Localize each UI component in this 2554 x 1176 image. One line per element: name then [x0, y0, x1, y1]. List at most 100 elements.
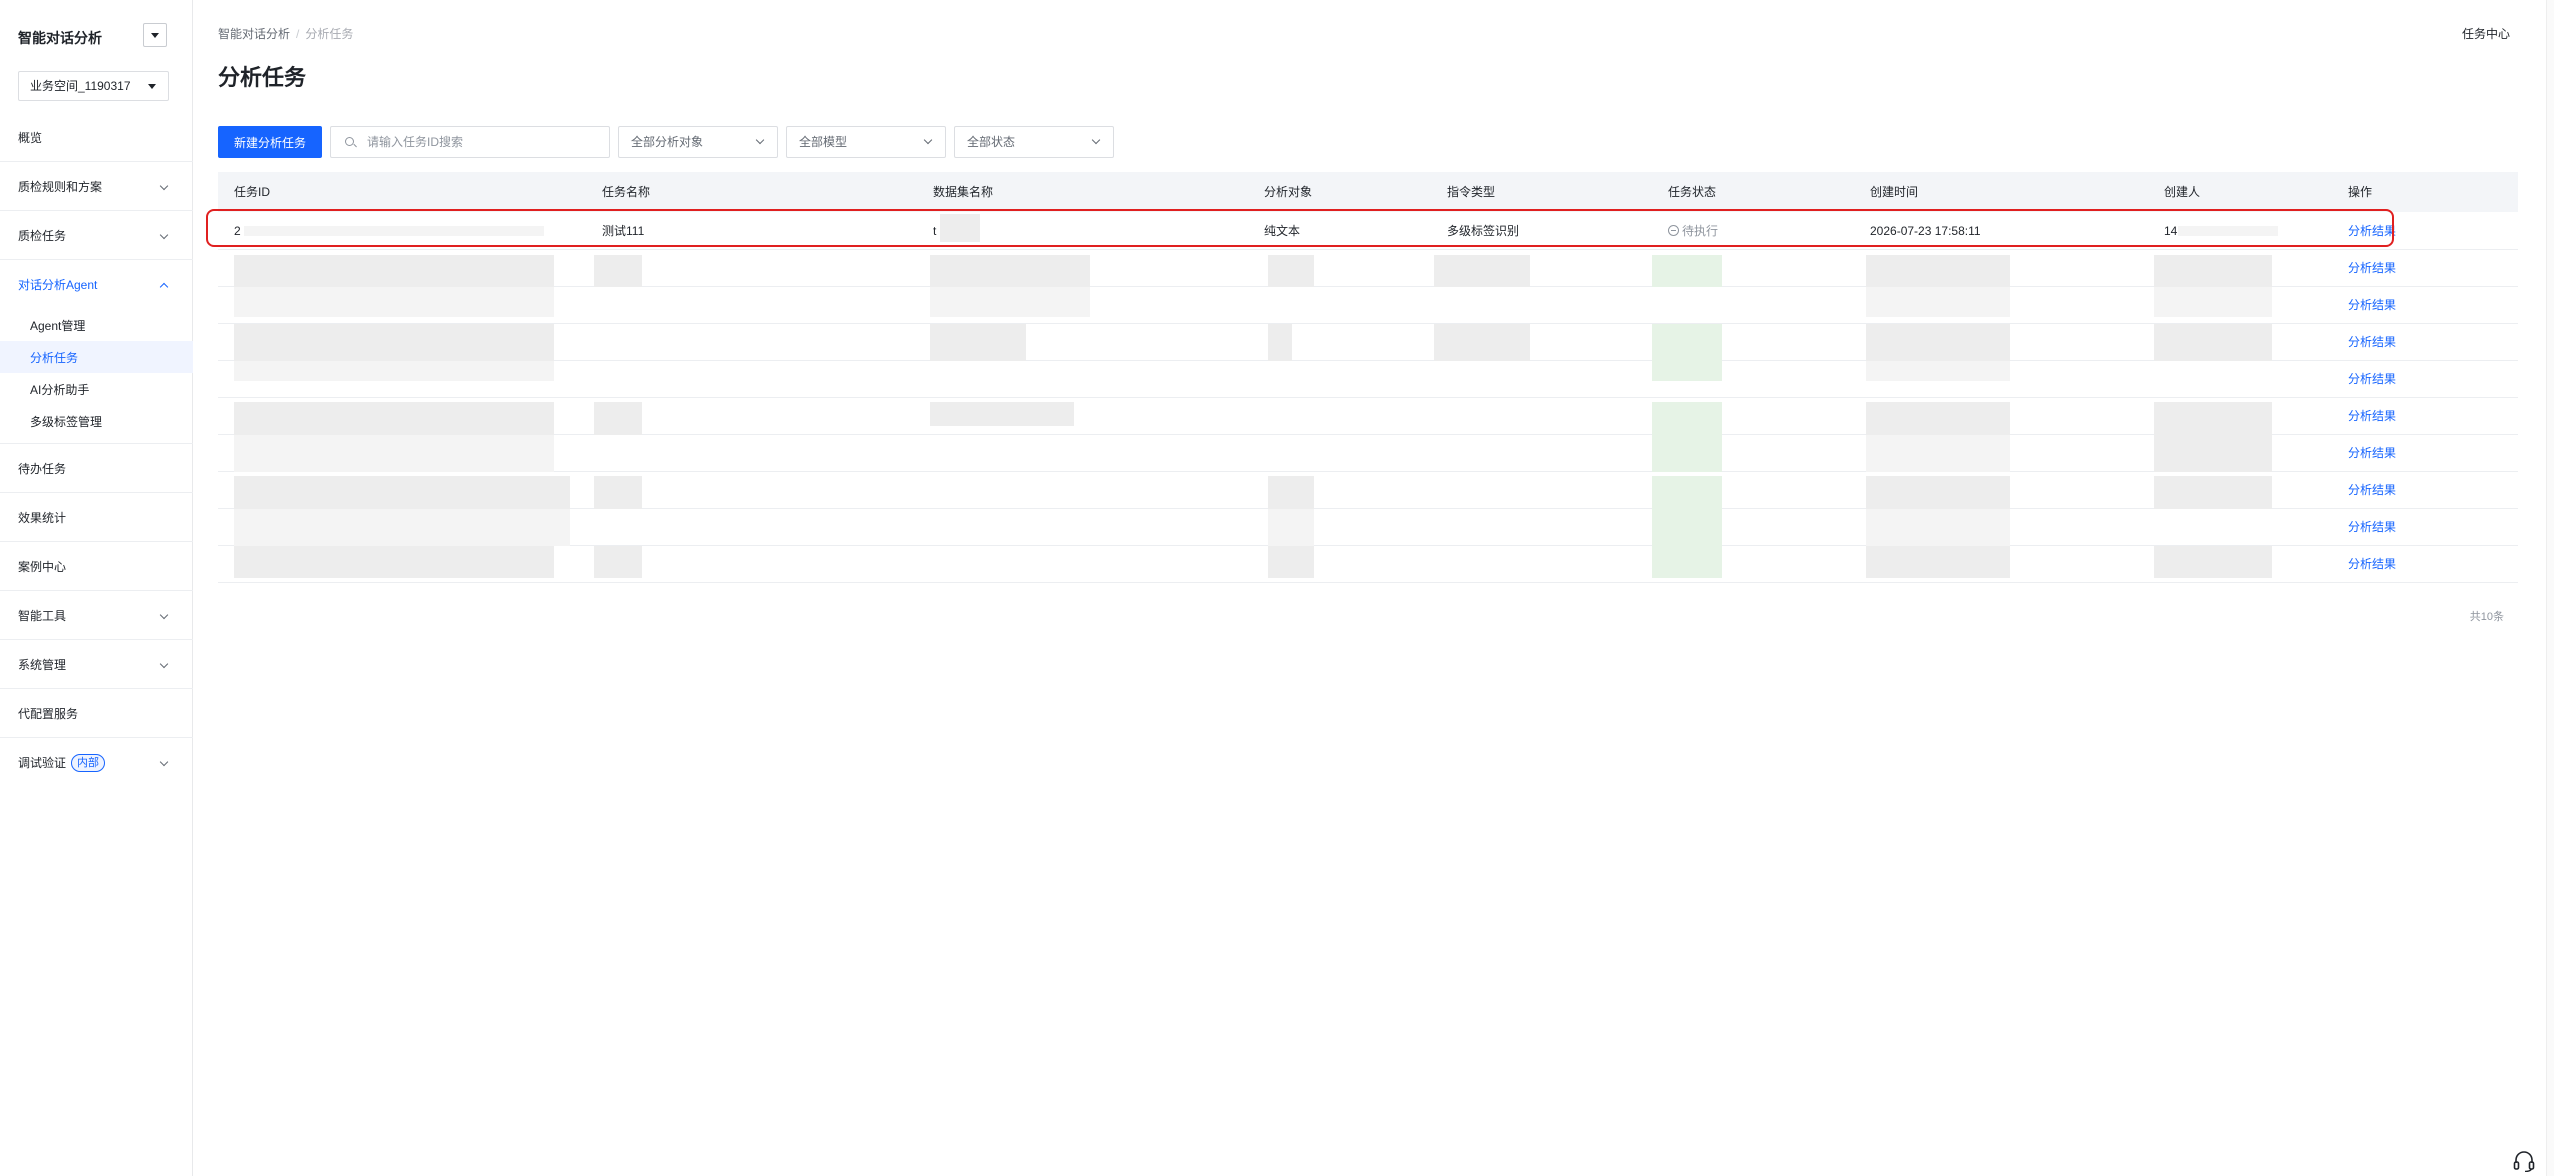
sidebar-item-label: 案例中心 [18, 559, 67, 574]
object-filter-value: 全部分析对象 [631, 135, 704, 149]
analysis-result-link[interactable]: 分析结果 [2348, 546, 2396, 583]
redacted-block [1268, 324, 1292, 361]
table-row[interactable]: 分析结果 [218, 361, 2518, 398]
model-filter-select[interactable]: 全部模型 [786, 126, 946, 158]
workspace-select[interactable]: 业务空间_1190317 [18, 71, 169, 101]
sidebar-item-qc-tasks[interactable]: 质检任务 [0, 211, 193, 260]
sidebar-item-todo[interactable]: 待办任务 [0, 444, 193, 493]
cell-task-id: 2 [234, 224, 241, 238]
sidebar-subitem-analysis-tasks[interactable]: 分析任务 [0, 341, 193, 373]
sidebar-subitem-agent-management[interactable]: Agent管理 [0, 309, 193, 341]
chevron-down-icon [1091, 135, 1101, 145]
sidebar-item-rules[interactable]: 质检规则和方案 [0, 162, 193, 211]
redacted-block [1866, 509, 2010, 546]
analysis-result-link[interactable]: 分析结果 [2348, 398, 2396, 435]
sidebar-item-tools[interactable]: 智能工具 [0, 591, 193, 640]
new-task-button[interactable]: 新建分析任务 [218, 126, 322, 158]
redacted-block [1268, 509, 1314, 546]
sidebar-header: 智能对话分析 [0, 22, 193, 52]
redacted-block [234, 402, 554, 435]
sidebar-item-label: 智能工具 [18, 608, 67, 623]
redacted-block [1866, 287, 2010, 317]
task-center-link[interactable]: 任务中心 [2462, 25, 2510, 42]
column-header: 指令类型 [1447, 185, 1496, 199]
cell-object: 纯文本 [1264, 224, 1301, 238]
redacted-block [234, 287, 554, 317]
table-row[interactable]: 分析结果 [218, 472, 2518, 509]
redacted-block [244, 226, 544, 236]
redacted-block [2154, 255, 2272, 287]
column-header: 数据集名称 [933, 185, 994, 199]
status-filter-select[interactable]: 全部状态 [954, 126, 1114, 158]
redacted-block [594, 402, 642, 435]
analysis-result-link[interactable]: 分析结果 [2348, 287, 2396, 324]
table-row[interactable]: 2 测试111 t 纯文本 多级标签识别 待执行 2026-07-23 17:5… [218, 212, 2518, 250]
analysis-result-link[interactable]: 分析结果 [2348, 250, 2396, 287]
main-content: 智能对话分析 / 分析任务 任务中心 分析任务 新建分析任务 全部分析对象 全部模型… [194, 0, 2554, 1176]
redacted-block [594, 546, 642, 578]
chevron-down-icon [159, 659, 169, 669]
analysis-result-link[interactable]: 分析结果 [2348, 509, 2396, 546]
cell-instruction: 多级标签识别 [1447, 224, 1520, 238]
redacted-block [1866, 361, 2010, 381]
analysis-result-link[interactable]: 分析结果 [2348, 324, 2396, 361]
redacted-block [594, 255, 642, 287]
cell-created-at: 2026-07-23 17:58:11 [1870, 224, 1981, 238]
redacted-block [234, 255, 554, 287]
table-row[interactable]: 分析结果 [218, 435, 2518, 472]
chevron-down-icon [755, 135, 765, 145]
search-input[interactable] [367, 127, 603, 157]
sidebar-item-label: 代配置服务 [18, 706, 79, 721]
analysis-result-link[interactable]: 分析结果 [2348, 361, 2396, 398]
redacted-block [234, 361, 554, 381]
redacted-block [2154, 324, 2272, 361]
page-scrollbar[interactable] [2546, 0, 2554, 1176]
sidebar-item-label: 效果统计 [18, 510, 67, 525]
column-header: 分析对象 [1264, 185, 1313, 199]
chevron-down-icon [923, 135, 933, 145]
redacted-block [1866, 476, 2010, 509]
table-row[interactable]: 分析结果 [218, 509, 2518, 546]
analysis-result-link[interactable]: 分析结果 [2348, 472, 2396, 509]
sidebar-item-overview[interactable]: 概览 [0, 113, 193, 162]
column-header: 任务ID [234, 185, 271, 199]
sidebar-item-agent[interactable]: 对话分析Agent [0, 260, 193, 309]
analysis-result-link[interactable]: 分析结果 [2348, 212, 2396, 250]
breadcrumb-separator: / [296, 27, 300, 41]
table-row[interactable]: 分析结果 [218, 546, 2518, 583]
sidebar: 智能对话分析 业务空间_1190317 概览 质检规则和方案 质检任务 对话分析… [0, 0, 193, 1176]
redacted-block [1652, 476, 1722, 509]
model-filter-value: 全部模型 [799, 135, 848, 149]
redacted-block [930, 402, 1074, 426]
search-box [330, 126, 610, 158]
sidebar-subitem-label: 分析任务 [30, 350, 79, 365]
breadcrumb-root[interactable]: 智能对话分析 [218, 27, 290, 41]
breadcrumb: 智能对话分析 / 分析任务 [218, 25, 353, 42]
collapse-button[interactable] [143, 23, 167, 47]
redacted-block [1652, 402, 1722, 435]
table-row[interactable]: 分析结果 [218, 287, 2518, 324]
headset-icon[interactable] [2512, 1150, 2536, 1172]
sidebar-item-debug[interactable]: 调试验证 内部 [0, 738, 193, 787]
sidebar-subitem-tag-management[interactable]: 多级标签管理 [0, 405, 193, 437]
sidebar-item-stats[interactable]: 效果统计 [0, 493, 193, 542]
table-row[interactable]: 分析结果 [218, 324, 2518, 361]
redacted-block [1866, 402, 2010, 435]
sidebar-item-label: 对话分析Agent [18, 278, 98, 292]
sidebar-subitem-label: 多级标签管理 [30, 414, 103, 429]
task-table: 任务ID 任务名称 数据集名称 分析对象 指令类型 任务状态 创建时间 创建人 … [218, 172, 2518, 583]
sidebar-subitem-ai-assistant[interactable]: AI分析助手 [0, 373, 193, 405]
redacted-block [930, 287, 1090, 317]
sidebar-item-system[interactable]: 系统管理 [0, 640, 193, 689]
sidebar-item-cases[interactable]: 案例中心 [0, 542, 193, 591]
redacted-block [2154, 476, 2272, 509]
table-row[interactable]: 分析结果 [218, 398, 2518, 435]
sidebar-item-config-service[interactable]: 代配置服务 [0, 689, 193, 738]
analysis-result-link[interactable]: 分析结果 [2348, 435, 2396, 472]
search-icon [345, 137, 354, 146]
redacted-block [234, 324, 554, 361]
table-row[interactable]: 分析结果 [218, 250, 2518, 287]
cell-status: 待执行 [1668, 212, 1718, 250]
object-filter-select[interactable]: 全部分析对象 [618, 126, 778, 158]
pagination-total: 共10条 [2469, 611, 2504, 623]
